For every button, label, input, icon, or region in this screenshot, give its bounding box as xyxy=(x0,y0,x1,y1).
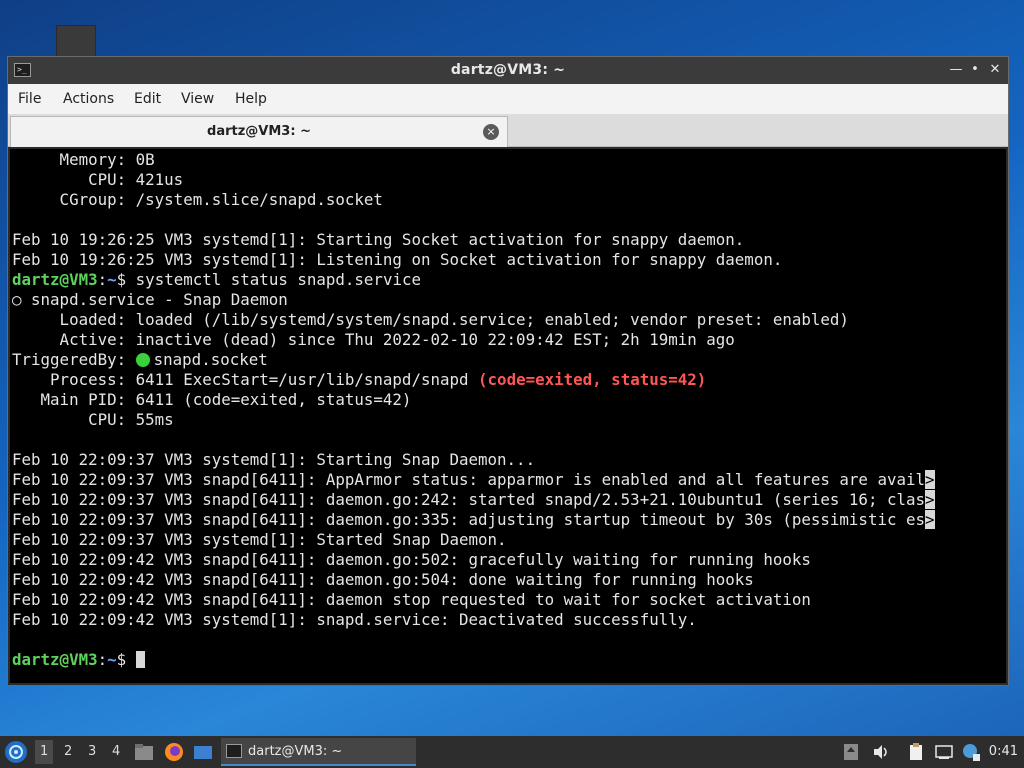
prompt-path: ~ xyxy=(107,650,117,669)
volume-icon[interactable] xyxy=(871,742,891,762)
prompt-user: dartz@VM3 xyxy=(12,650,98,669)
truncation-marker: > xyxy=(925,490,935,509)
tab-bar: dartz@VM3: ~ × xyxy=(8,114,1008,147)
log-line: Feb 10 22:09:42 VM3 snapd[6411]: daemon.… xyxy=(12,570,754,589)
eject-icon[interactable] xyxy=(843,742,863,762)
active-line: Active: inactive (dead) since Thu 2022-0… xyxy=(12,330,735,349)
taskbar: 1 2 3 4 dartz@VM3: ~ 0:41 xyxy=(0,736,1024,768)
menu-view[interactable]: View xyxy=(181,91,214,107)
prompt-path: ~ xyxy=(107,270,117,289)
terminal-line: CPU: 421us xyxy=(12,170,184,189)
menu-help[interactable]: Help xyxy=(235,91,267,107)
log-line: Feb 10 22:09:37 VM3 snapd[6411]: daemon.… xyxy=(12,490,935,510)
log-line: Feb 10 22:09:37 VM3 snapd[6411]: AppArmo… xyxy=(12,470,935,490)
menu-actions[interactable]: Actions xyxy=(63,91,114,107)
triggered-value: snapd.socket xyxy=(153,350,268,369)
log-line: Feb 10 22:09:42 VM3 systemd[1]: snapd.se… xyxy=(12,610,697,629)
truncation-marker: > xyxy=(925,470,935,489)
maximize-button[interactable]: • xyxy=(965,60,985,80)
tab-terminal[interactable]: dartz@VM3: ~ × xyxy=(10,116,508,147)
task-label: dartz@VM3: ~ xyxy=(248,744,343,759)
prompt-user: dartz@VM3 xyxy=(12,270,98,289)
tab-label: dartz@VM3: ~ xyxy=(207,124,311,139)
log-text: Feb 10 22:09:37 VM3 snapd[6411]: AppArmo… xyxy=(12,470,926,489)
start-menu-icon[interactable] xyxy=(5,741,27,763)
prompt-symbol: $ xyxy=(116,270,127,289)
terminal-window: >_ dartz@VM3: ~ — • ✕ File Actions Edit … xyxy=(7,56,1009,686)
log-text: Feb 10 22:09:37 VM3 snapd[6411]: daemon.… xyxy=(12,490,926,509)
terminal-output[interactable]: Memory: 0B CPU: 421us CGroup: /system.sl… xyxy=(10,149,1006,683)
cpu-line: CPU: 55ms xyxy=(12,410,174,429)
text-cursor xyxy=(135,651,145,668)
close-button[interactable]: ✕ xyxy=(985,60,1005,80)
triggered-label: TriggeredBy: xyxy=(12,350,136,369)
terminal-icon xyxy=(226,744,242,758)
command-text: systemctl status snapd.service xyxy=(126,270,421,289)
update-notifier-icon[interactable] xyxy=(961,742,981,762)
window-title: dartz@VM3: ~ xyxy=(450,62,566,78)
workspace-3[interactable]: 3 xyxy=(88,744,96,759)
service-header: ○ snapd.service - Snap Daemon xyxy=(12,290,288,309)
terminal-line: Feb 10 19:26:25 VM3 systemd[1]: Listenin… xyxy=(12,250,783,269)
workspace-2[interactable]: 2 xyxy=(64,744,72,759)
command-line: dartz@VM3:~$ systemctl status snapd.serv… xyxy=(12,270,421,290)
firefox-icon[interactable] xyxy=(164,742,184,762)
title-bar[interactable]: >_ dartz@VM3: ~ — • ✕ xyxy=(8,57,1008,84)
prompt-symbol: $ xyxy=(116,650,127,669)
terminal-line: Memory: 0B xyxy=(12,150,155,169)
log-text: Feb 10 22:09:37 VM3 snapd[6411]: daemon.… xyxy=(12,510,926,529)
log-line: Feb 10 22:09:37 VM3 systemd[1]: Starting… xyxy=(12,450,536,469)
log-line: Feb 10 22:09:42 VM3 snapd[6411]: daemon … xyxy=(12,590,811,609)
loaded-line: Loaded: loaded (/lib/systemd/system/snap… xyxy=(12,310,849,329)
taskbar-terminal-task[interactable]: dartz@VM3: ~ xyxy=(221,738,416,766)
file-manager-icon[interactable] xyxy=(134,742,154,762)
current-prompt[interactable]: dartz@VM3:~$ xyxy=(12,650,145,670)
process-status: (code=exited, status=42) xyxy=(478,370,707,389)
workspace-1[interactable]: 1 xyxy=(35,740,54,764)
terminal-line: CGroup: /system.slice/snapd.socket xyxy=(12,190,383,209)
menu-edit[interactable]: Edit xyxy=(134,91,161,107)
show-desktop-icon[interactable] xyxy=(193,742,213,762)
network-icon[interactable] xyxy=(934,742,954,762)
prompt-separator: : xyxy=(97,650,108,669)
clock[interactable]: 0:41 xyxy=(989,744,1018,759)
menu-file[interactable]: File xyxy=(18,91,41,107)
clipboard-icon[interactable] xyxy=(906,742,926,762)
terminal-line: Feb 10 19:26:25 VM3 systemd[1]: Starting… xyxy=(12,230,745,249)
triggered-line: TriggeredBy: snapd.socket xyxy=(12,350,268,370)
workspace-4[interactable]: 4 xyxy=(112,744,120,759)
desktop-icon[interactable] xyxy=(56,25,96,59)
menu-bar: File Actions Edit View Help xyxy=(8,84,1008,114)
main-pid-line: Main PID: 6411 (code=exited, status=42) xyxy=(12,390,412,409)
tab-close-icon[interactable]: × xyxy=(483,124,499,140)
process-prefix: Process: 6411 ExecStart=/usr/lib/snapd/s… xyxy=(12,370,479,389)
process-line: Process: 6411 ExecStart=/usr/lib/snapd/s… xyxy=(12,370,706,390)
truncation-marker: > xyxy=(925,510,935,529)
log-line: Feb 10 22:09:42 VM3 snapd[6411]: daemon.… xyxy=(12,550,811,569)
active-dot-icon xyxy=(135,353,150,367)
log-line: Feb 10 22:09:37 VM3 systemd[1]: Started … xyxy=(12,530,507,549)
prompt-separator: : xyxy=(97,270,108,289)
minimize-button[interactable]: — xyxy=(946,60,966,80)
log-line: Feb 10 22:09:37 VM3 snapd[6411]: daemon.… xyxy=(12,510,935,530)
